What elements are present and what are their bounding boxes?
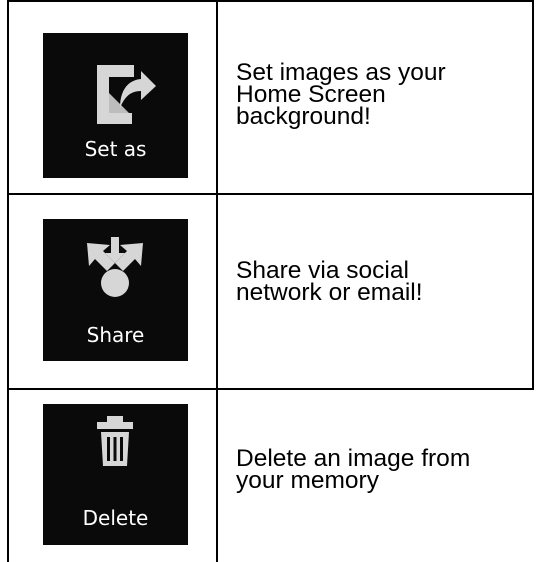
table-border-right [532,0,534,390]
description-line: your memory [236,467,379,494]
feature-table: Set as Set images as your Home Screen ba… [0,0,540,562]
set-as-label: Set as [84,137,147,161]
share-button[interactable]: Share [43,219,188,361]
description-line: background! [236,103,371,130]
delete-button[interactable]: Delete [43,404,188,545]
delete-description: Delete an image from your memory [236,446,516,494]
delete-label: Delete [82,506,149,530]
table-row-divider [7,388,534,390]
set-as-description: Set images as your Home Screen backgroun… [236,60,516,130]
table-border-left [7,0,9,562]
share-description: Share via social network or email! [236,258,516,306]
description-line: network or email! [236,279,423,306]
table-border-middle [216,0,218,562]
share-label: Share [86,323,145,347]
table-border-top [7,0,534,2]
set-as-button[interactable]: Set as [43,33,188,178]
table-row-divider [7,193,534,195]
